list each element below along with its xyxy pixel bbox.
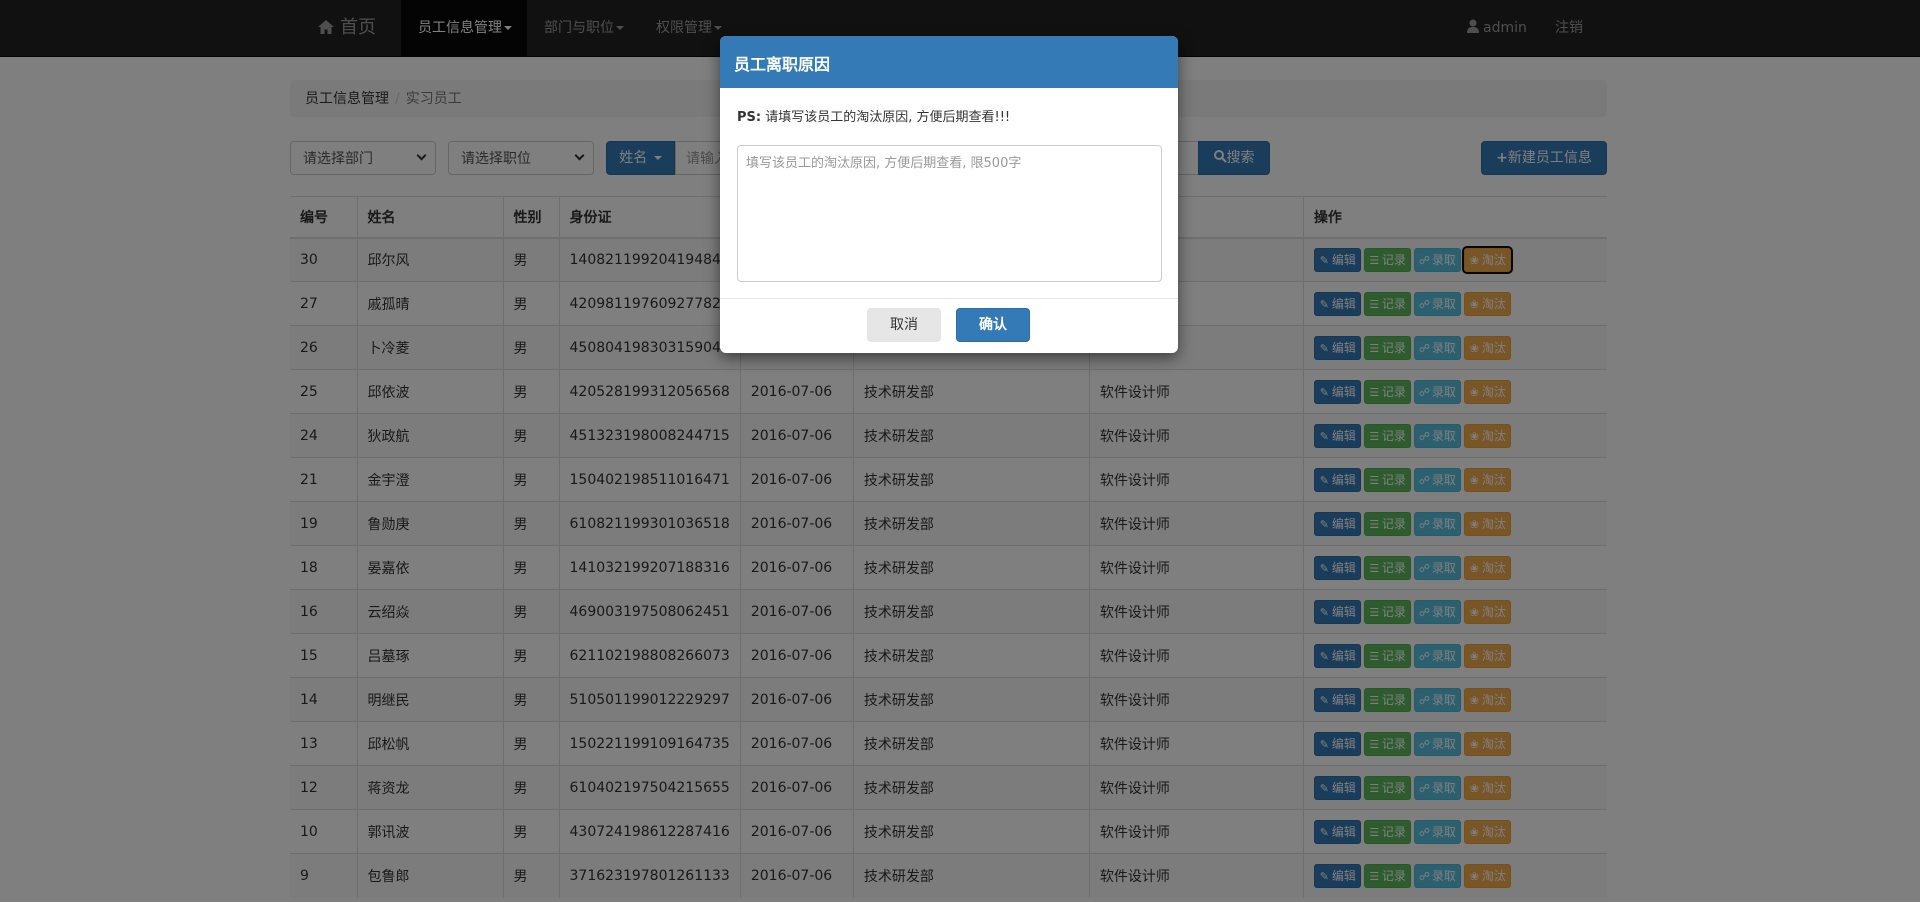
modal-footer-divider bbox=[720, 298, 1178, 299]
confirm-label: 确认 bbox=[979, 317, 1007, 333]
resign-reason-textarea[interactable]: 填写该员工的淘汰原因, 方便后期查看, 限500字 bbox=[737, 145, 1162, 282]
modal-ps-text: PS: 请填写该员工的淘汰原因, 方便后期查看!!! bbox=[737, 106, 1161, 125]
cancel-button[interactable]: 取消 bbox=[867, 308, 941, 342]
resign-reason-modal: 员工离职原因 PS: 请填写该员工的淘汰原因, 方便后期查看!!! 填写该员工的… bbox=[720, 36, 1178, 353]
resign-reason-placeholder: 填写该员工的淘汰原因, 方便后期查看, 限500字 bbox=[746, 156, 1022, 171]
modal-ps-prefix: PS: bbox=[737, 110, 762, 125]
confirm-button[interactable]: 确认 bbox=[956, 308, 1030, 342]
cancel-label: 取消 bbox=[890, 317, 918, 333]
modal-ps-message: 请填写该员工的淘汰原因, 方便后期查看!!! bbox=[765, 110, 1011, 125]
modal-title: 员工离职原因 bbox=[720, 36, 1178, 88]
